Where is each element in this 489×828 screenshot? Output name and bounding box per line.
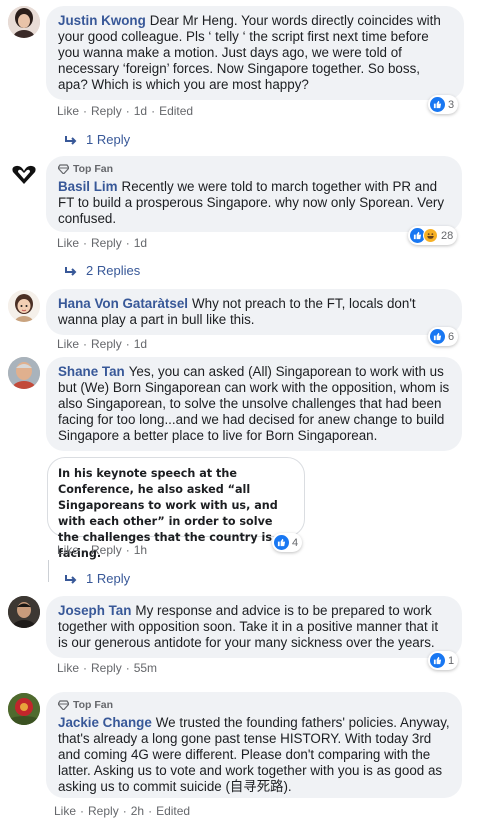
timestamp[interactable]: 1h [134,543,147,557]
avatar[interactable] [8,357,40,389]
commenter-name[interactable]: Hana Von Gataràtsel [58,296,188,311]
comment-bubble: Top Fan Jackie Change We trusted the foun… [46,692,462,798]
timestamp[interactable]: 1d [134,337,147,351]
separator: · [122,804,127,818]
flower-avatar-icon [8,693,40,725]
reply-arrow-icon [65,266,77,276]
separator: · [125,661,130,675]
separator: · [148,804,153,818]
reply-button[interactable]: Reply [91,337,122,351]
commenter-name[interactable]: Jackie Change [58,715,152,730]
thread-line [48,560,49,582]
reaction-count[interactable]: 28 [408,226,458,245]
separator: · [83,236,88,250]
comment-actions: Like · Reply · 1d [57,236,147,250]
separator: · [151,104,156,118]
comment-actions: Like · Reply · 1h [57,543,147,557]
comment-actions: Like · Reply · 1d [57,337,147,351]
view-replies-link[interactable]: 1 Reply [64,132,130,147]
haha-reaction-icon [423,228,438,243]
reply-button[interactable]: Reply [91,661,122,675]
reply-button[interactable]: Reply [91,104,122,118]
avatar[interactable] [8,290,40,322]
comment-bubble: Justin Kwong Dear Mr Heng. Your words dir… [46,6,464,100]
reaction-count[interactable]: 4 [272,533,303,552]
comment-bubble: Hana Von Gataràtsel Why not preach to the… [46,289,462,335]
reply-button[interactable]: Reply [88,804,119,818]
reply-button[interactable]: Reply [91,236,122,250]
separator: · [83,543,88,557]
like-button[interactable]: Like [57,104,79,118]
like-reaction-icon [430,97,445,112]
comment-actions: Like · Reply · 2h · Edited [54,804,190,818]
like-reaction-icon [274,535,289,550]
like-button[interactable]: Like [57,337,79,351]
like-reaction-icon [430,653,445,668]
comment-actions: Like · Reply · 1d · Edited [57,104,193,118]
separator: · [125,236,130,250]
commenter-name[interactable]: Shane Tan [58,364,125,379]
attached-quote-image[interactable]: In his keynote speech at the Conference,… [47,457,305,560]
commenter-name[interactable]: Joseph Tan [58,603,131,618]
comment-actions: Like · Reply · 55m [57,661,157,675]
separator: · [125,543,130,557]
avatar[interactable] [8,596,40,628]
avatar[interactable] [8,158,40,190]
view-replies-link[interactable]: 1 Reply [64,571,130,586]
timestamp[interactable]: 1d [134,104,147,118]
avatar-photo-icon [8,6,40,38]
reply-button[interactable]: Reply [91,543,122,557]
like-button[interactable]: Like [57,661,79,675]
avatar-photo-icon [8,357,40,389]
avatar[interactable] [8,6,40,38]
timestamp[interactable]: 55m [134,661,157,675]
separator: · [83,104,88,118]
view-replies-link[interactable]: 2 Replies [64,263,140,278]
timestamp[interactable]: 2h [131,804,144,818]
reply-arrow-icon [65,135,77,145]
like-button[interactable]: Like [57,236,79,250]
reaction-count[interactable]: 6 [428,327,459,346]
separator: · [125,104,130,118]
edited-label[interactable]: Edited [156,804,190,818]
separator: · [83,661,88,675]
cartoon-avatar-icon [8,290,40,322]
like-reaction-icon [430,329,445,344]
timestamp[interactable]: 1d [134,236,147,250]
top-fan-badge: Top Fan [58,697,450,713]
heart-hands-avatar-icon [8,158,40,190]
separator: · [83,337,88,351]
top-fan-badge: Top Fan [58,161,450,177]
reaction-count[interactable]: 3 [428,95,459,114]
edited-label[interactable]: Edited [159,104,193,118]
like-button[interactable]: Like [54,804,76,818]
reply-arrow-icon [65,574,77,584]
commenter-name[interactable]: Basil Lim [58,179,118,194]
comment-bubble: Top Fan Basil Lim Recently we were told t… [46,156,462,232]
commenter-name[interactable]: Justin Kwong [58,13,146,28]
diamond-icon [58,164,69,174]
separator: · [80,804,85,818]
diamond-icon [58,700,69,710]
avatar-photo-icon [8,596,40,628]
separator: · [125,337,130,351]
comment-bubble: Joseph Tan My response and advice is to b… [46,596,462,658]
like-button[interactable]: Like [57,543,79,557]
comment-bubble: Shane Tan Yes, you can asked (All) Singap… [46,357,462,451]
avatar[interactable] [8,693,40,725]
reaction-count[interactable]: 1 [428,651,459,670]
